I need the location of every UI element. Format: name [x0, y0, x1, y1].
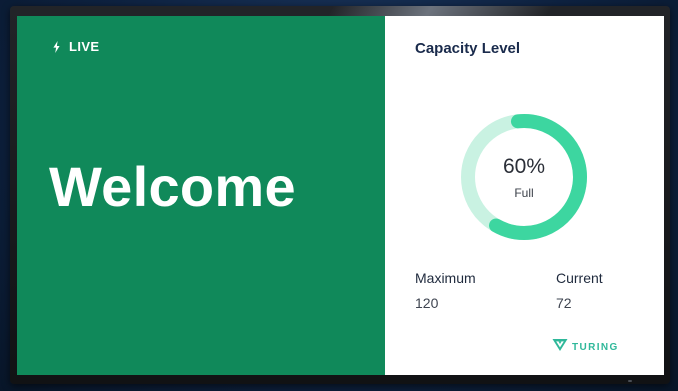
gauge-percent: 60%: [502, 154, 546, 178]
turing-logo-icon: [552, 338, 568, 357]
current-value: 72: [556, 295, 572, 311]
signage-screen: LIVE Welcome Capacity Level 60% Full Max…: [17, 16, 664, 375]
live-badge: LIVE: [53, 39, 100, 54]
live-label: LIVE: [69, 39, 100, 54]
welcome-panel: LIVE Welcome: [17, 16, 385, 375]
scene: LIVE Welcome Capacity Level 60% Full Max…: [0, 0, 678, 391]
gauge-status: Full: [514, 185, 534, 200]
maximum-value: 120: [415, 295, 439, 311]
current-label: Current: [556, 270, 603, 286]
capacity-title: Capacity Level: [415, 40, 521, 57]
lightning-bolt-icon: [53, 40, 60, 53]
brand-logo: TURING: [552, 338, 619, 357]
maximum-label: Maximum: [415, 270, 476, 286]
capacity-gauge: 60% Full: [459, 112, 589, 242]
gauge-center: 60% Full: [459, 112, 589, 242]
current-stat: Current 72: [556, 270, 603, 311]
brand-name: TURING: [572, 342, 619, 353]
welcome-headline: Welcome: [49, 155, 296, 218]
capacity-panel: Capacity Level 60% Full Maximum 120 Curr…: [385, 16, 664, 375]
maximum-stat: Maximum 120: [415, 270, 476, 311]
tv-glare: [327, 6, 553, 16]
tv-power-led: [628, 380, 632, 382]
